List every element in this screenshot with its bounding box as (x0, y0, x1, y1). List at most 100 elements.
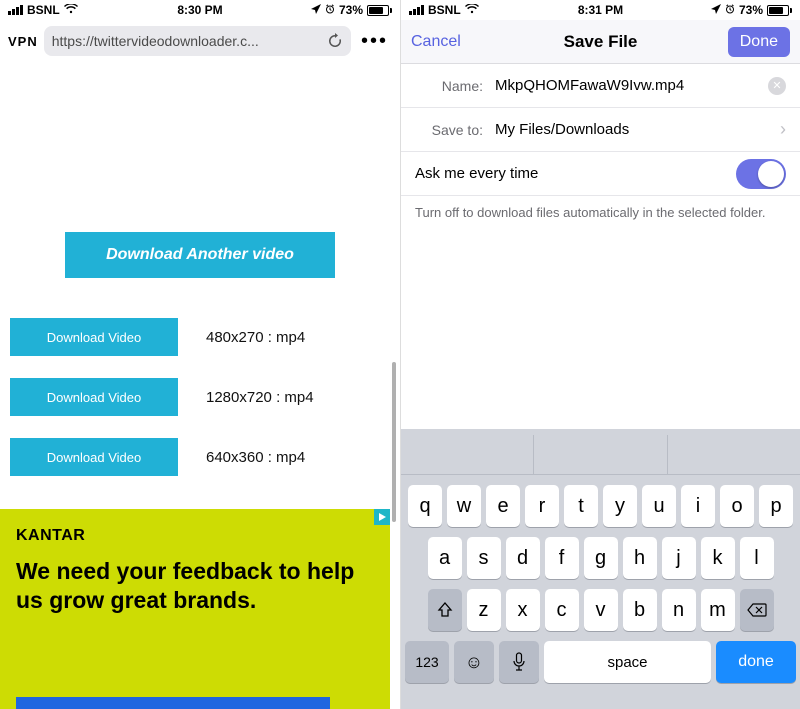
keyboard-row: q w e r t y u i o p (405, 485, 796, 527)
download-option: Download Video 1280x720 : mp4 (0, 378, 400, 416)
done-button[interactable]: Done (728, 27, 790, 57)
saveto-value: My Files/Downloads (495, 121, 774, 138)
resolution-label: 480x270 : mp4 (206, 329, 305, 346)
key-r[interactable]: r (525, 485, 559, 527)
key-g[interactable]: g (584, 537, 618, 579)
page-content: Download Another video Download Video 48… (0, 62, 400, 709)
battery-percent: 73% (339, 3, 363, 17)
key-e[interactable]: e (486, 485, 520, 527)
key-w[interactable]: w (447, 485, 481, 527)
key-o[interactable]: o (720, 485, 754, 527)
url-text: https://twittervideodownloader.c... (52, 33, 259, 49)
browser-toolbar: VPN https://twittervideodownloader.c... … (0, 20, 400, 62)
nav-title: Save File (564, 32, 638, 52)
vpn-badge[interactable]: VPN (8, 34, 38, 49)
key-v[interactable]: v (584, 589, 618, 631)
screen-save-file: BSNL 8:31 PM 73% Cancel Save File Done N… (400, 0, 800, 709)
ad-banner[interactable]: KANTAR We need your feedback to help us … (0, 509, 390, 709)
saveto-row[interactable]: Save to: My Files/Downloads › (401, 108, 800, 152)
key-x[interactable]: x (506, 589, 540, 631)
key-c[interactable]: c (545, 589, 579, 631)
address-bar[interactable]: https://twittervideodownloader.c... (44, 26, 351, 56)
clear-icon[interactable]: ✕ (768, 77, 786, 95)
key-k[interactable]: k (701, 537, 735, 579)
key-f[interactable]: f (545, 537, 579, 579)
wifi-icon (465, 3, 479, 17)
key-j[interactable]: j (662, 537, 696, 579)
location-icon (711, 3, 721, 17)
saveto-label: Save to: (415, 122, 483, 138)
clock: 8:31 PM (578, 3, 623, 17)
emoji-key[interactable]: ☺ (454, 641, 494, 683)
key-m[interactable]: m (701, 589, 735, 631)
download-video-button[interactable]: Download Video (10, 318, 178, 356)
space-key[interactable]: space (544, 641, 711, 683)
shift-key[interactable] (428, 589, 462, 631)
backspace-key[interactable] (740, 589, 774, 631)
carrier-label: BSNL (428, 3, 461, 17)
clock: 8:30 PM (177, 3, 222, 17)
key-q[interactable]: q (408, 485, 442, 527)
refresh-icon[interactable] (327, 33, 343, 49)
signal-icon (8, 5, 23, 15)
location-icon (311, 3, 321, 17)
numbers-key[interactable]: 123 (405, 641, 449, 683)
download-video-button[interactable]: Download Video (10, 438, 178, 476)
key-d[interactable]: d (506, 537, 540, 579)
adchoices-icon[interactable] (374, 509, 390, 525)
save-file-form: Name: MkpQHOMFawaW9Ivw.mp4 ✕ Save to: My… (401, 64, 800, 222)
resolution-label: 640x360 : mp4 (206, 449, 305, 466)
filename-input[interactable]: MkpQHOMFawaW9Ivw.mp4 (495, 77, 768, 94)
screen-browser: BSNL 8:30 PM 73% VPN https://twittervide… (0, 0, 400, 709)
keyboard-done-key[interactable]: done (716, 641, 796, 683)
ask-toggle[interactable] (736, 159, 786, 189)
key-h[interactable]: h (623, 537, 657, 579)
suggestion[interactable] (668, 435, 800, 474)
wifi-icon (64, 3, 78, 17)
key-t[interactable]: t (564, 485, 598, 527)
ad-copy: We need your feedback to help us grow gr… (16, 557, 374, 615)
key-y[interactable]: y (603, 485, 637, 527)
ad-cta-bar (16, 697, 330, 709)
ask-every-time-row: Ask me every time (401, 152, 800, 196)
battery-percent: 73% (739, 3, 763, 17)
chevron-right-icon: › (774, 119, 786, 140)
battery-icon (367, 5, 392, 16)
ad-brand: KANTAR (16, 527, 374, 545)
key-n[interactable]: n (662, 589, 696, 631)
alarm-icon (325, 3, 335, 17)
filename-row: Name: MkpQHOMFawaW9Ivw.mp4 ✕ (401, 64, 800, 108)
download-another-button[interactable]: Download Another video (65, 232, 335, 278)
key-a[interactable]: a (428, 537, 462, 579)
key-p[interactable]: p (759, 485, 793, 527)
suggestion[interactable] (534, 435, 667, 474)
download-video-button[interactable]: Download Video (10, 378, 178, 416)
status-bar: BSNL 8:30 PM 73% (0, 0, 400, 20)
ask-label: Ask me every time (415, 165, 538, 182)
key-b[interactable]: b (623, 589, 657, 631)
ask-hint: Turn off to download files automatically… (401, 196, 800, 222)
key-i[interactable]: i (681, 485, 715, 527)
signal-icon (409, 5, 424, 15)
more-button[interactable]: ••• (357, 30, 392, 53)
keyboard: q w e r t y u i o p a s d f g h j k l (401, 429, 800, 709)
carrier-label: BSNL (27, 3, 60, 17)
battery-icon (767, 5, 792, 16)
resolution-label: 1280x720 : mp4 (206, 389, 314, 406)
key-l[interactable]: l (740, 537, 774, 579)
alarm-icon (725, 3, 735, 17)
key-s[interactable]: s (467, 537, 501, 579)
scrollbar[interactable] (392, 362, 396, 522)
keyboard-row: a s d f g h j k l (405, 537, 796, 579)
mic-key[interactable] (499, 641, 539, 683)
key-z[interactable]: z (467, 589, 501, 631)
cancel-button[interactable]: Cancel (411, 33, 461, 51)
keyboard-row: z x c v b n m (405, 589, 796, 631)
status-bar: BSNL 8:31 PM 73% (401, 0, 800, 20)
download-option: Download Video 640x360 : mp4 (0, 438, 400, 476)
keyboard-row: 123 ☺ space done (405, 641, 796, 683)
name-label: Name: (415, 78, 483, 94)
key-u[interactable]: u (642, 485, 676, 527)
nav-bar: Cancel Save File Done (401, 20, 800, 64)
suggestion[interactable] (401, 435, 534, 474)
